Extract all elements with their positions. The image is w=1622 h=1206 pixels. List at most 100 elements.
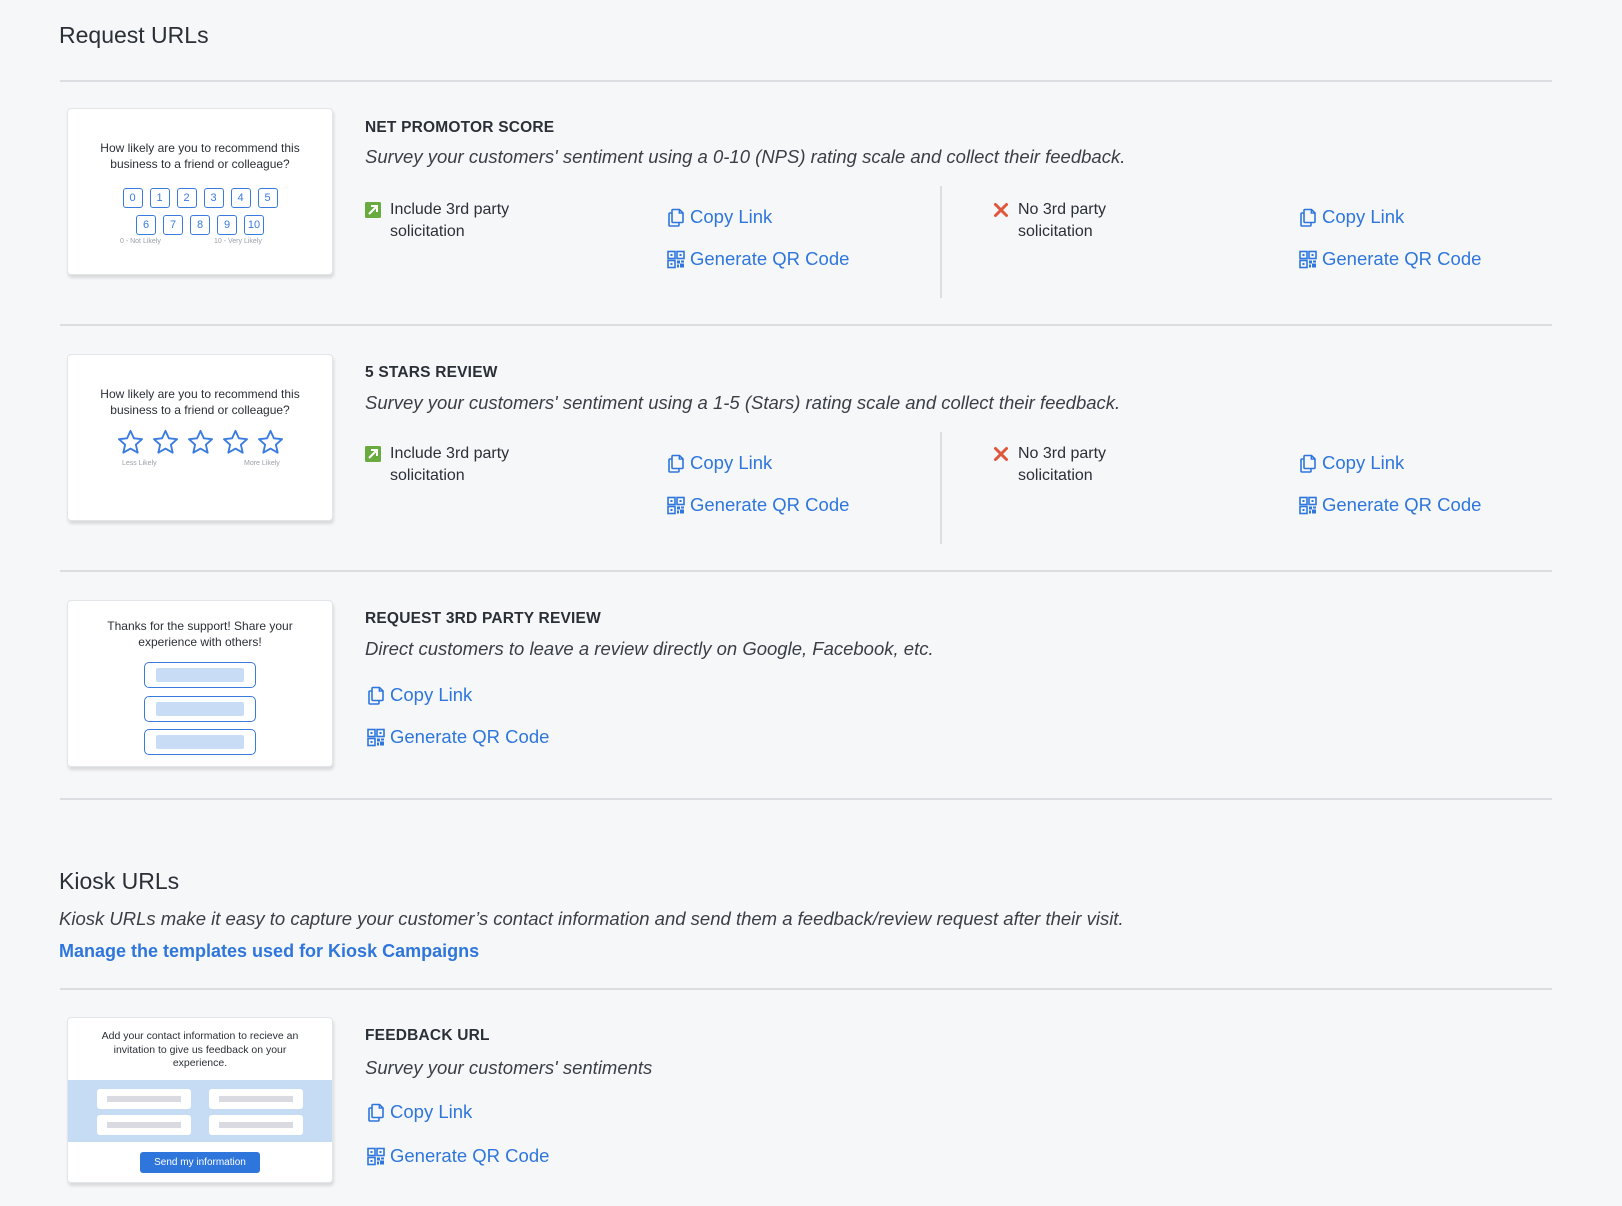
nps-option: 8 (190, 215, 210, 235)
nps-option: 1 (149, 188, 170, 208)
vertical-divider (940, 432, 942, 544)
generate-qr-label: Generate QR Code (690, 248, 850, 269)
stars-no-3rd-party: No 3rd party solicitation (993, 443, 1168, 487)
nps-option: 2 (176, 188, 197, 208)
nps-include-copy-link[interactable]: Copy Link (667, 206, 772, 228)
stars-low-label: Less Likely (122, 460, 157, 467)
preview-question: How likely are you to recommend this bus… (100, 141, 300, 171)
kiosk-urls-title: Kiosk URLs (59, 868, 180, 894)
kiosk-description: Kiosk URLs make it easy to capture your … (59, 908, 1124, 929)
qr-code-icon (367, 1147, 385, 1166)
x-icon (993, 446, 1009, 462)
copy-icon (367, 686, 385, 705)
third-party-generate-qr[interactable]: Generate QR Code (367, 726, 549, 748)
nps-option: 0 (122, 188, 143, 208)
review-site-button-placeholder (144, 662, 256, 688)
copy-link-label: Copy Link (390, 1101, 473, 1122)
third-party-copy-link[interactable]: Copy Link (367, 684, 472, 706)
nps-option: 7 (163, 215, 183, 235)
qr-code-icon (1299, 496, 1317, 515)
qr-code-icon (367, 728, 385, 747)
qr-code-icon (667, 496, 685, 515)
generate-qr-label: Generate QR Code (390, 1145, 550, 1166)
third-party-preview-card: Thanks for the support! Share your exper… (67, 600, 333, 767)
feedback-url-generate-qr[interactable]: Generate QR Code (367, 1145, 549, 1167)
generate-qr-label: Generate QR Code (1322, 248, 1482, 269)
contact-form-preview (68, 1080, 332, 1142)
divider (60, 988, 1552, 990)
nps-scale-row-2: 6 7 8 9 10 (68, 215, 332, 235)
form-field-placeholder (97, 1089, 191, 1109)
star-icon (222, 429, 249, 455)
qr-code-icon (667, 250, 685, 269)
preview-question: Add your contact information to recieve … (101, 1030, 299, 1069)
nps-option: 6 (136, 215, 156, 235)
preview-question: Thanks for the support! Share your exper… (107, 619, 293, 649)
nps-heading: NET PROMOTOR SCORE (365, 119, 555, 136)
review-site-button-placeholder (144, 729, 256, 755)
nps-no-3rd-copy-link[interactable]: Copy Link (1299, 206, 1404, 228)
stars-description: Survey your customers' sentiment using a… (365, 392, 1121, 413)
nps-high-label: 10 - Very Likely (214, 238, 262, 245)
star-icon (117, 429, 144, 455)
third-party-description: Direct customers to leave a review direc… (365, 638, 934, 659)
stars-include-copy-link[interactable]: Copy Link (667, 452, 772, 474)
star-icon (152, 429, 179, 455)
send-information-button-preview: Send my information (140, 1152, 260, 1173)
nps-include-generate-qr[interactable]: Generate QR Code (667, 248, 849, 270)
external-link-check-icon (365, 202, 381, 218)
solicitation-label: Include 3rd party solicitation (390, 445, 510, 484)
nps-include-3rd-party: Include 3rd party solicitation (365, 199, 540, 243)
divider (60, 798, 1552, 800)
nps-preview-card: How likely are you to recommend this bus… (67, 108, 333, 275)
solicitation-label: No 3rd party solicitation (1018, 201, 1107, 240)
manage-kiosk-templates-link[interactable]: Manage the templates used for Kiosk Camp… (59, 941, 479, 962)
request-urls-title: Request URLs (59, 22, 209, 48)
review-site-button-placeholder (144, 696, 256, 722)
nps-description: Survey your customers' sentiment using a… (365, 146, 1126, 167)
external-link-check-icon (365, 446, 381, 462)
stars-no-3rd-generate-qr[interactable]: Generate QR Code (1299, 494, 1481, 516)
form-field-placeholder (97, 1115, 191, 1135)
stars-preview-card: How likely are you to recommend this bus… (67, 354, 333, 521)
nps-scale-row-1: 0 1 2 3 4 5 (68, 188, 332, 208)
stars-high-label: More Likely (244, 460, 280, 467)
nps-option: 3 (203, 188, 224, 208)
copy-icon (1299, 454, 1317, 473)
feedback-url-description: Survey your customers' sentiments (365, 1057, 653, 1078)
nps-option: 9 (217, 215, 237, 235)
x-icon (993, 202, 1009, 218)
preview-question: How likely are you to recommend this bus… (100, 387, 300, 417)
copy-link-label: Copy Link (1322, 452, 1405, 473)
divider (60, 80, 1552, 82)
nps-option: 5 (257, 188, 278, 208)
stars-include-3rd-party: Include 3rd party solicitation (365, 443, 540, 487)
stars-include-generate-qr[interactable]: Generate QR Code (667, 494, 849, 516)
nps-no-3rd-party: No 3rd party solicitation (993, 199, 1168, 243)
nps-option: 10 (244, 215, 264, 235)
copy-icon (667, 454, 685, 473)
nps-low-label: 0 - Not Likely (120, 238, 161, 245)
stars-no-3rd-copy-link[interactable]: Copy Link (1299, 452, 1404, 474)
star-rating (68, 429, 332, 455)
feedback-url-heading: FEEDBACK URL (365, 1027, 490, 1044)
copy-link-label: Copy Link (1322, 206, 1405, 227)
copy-link-label: Copy Link (390, 684, 473, 705)
solicitation-label: Include 3rd party solicitation (390, 201, 510, 240)
form-field-placeholder (209, 1115, 303, 1135)
copy-link-label: Copy Link (690, 206, 773, 227)
qr-code-icon (1299, 250, 1317, 269)
third-party-heading: REQUEST 3RD PARTY REVIEW (365, 610, 601, 627)
solicitation-label: No 3rd party solicitation (1018, 445, 1107, 484)
generate-qr-label: Generate QR Code (390, 726, 550, 747)
divider (60, 570, 1552, 572)
copy-icon (1299, 208, 1317, 227)
copy-icon (667, 208, 685, 227)
star-icon (257, 429, 284, 455)
generate-qr-label: Generate QR Code (1322, 494, 1482, 515)
nps-no-3rd-generate-qr[interactable]: Generate QR Code (1299, 248, 1481, 270)
copy-link-label: Copy Link (690, 452, 773, 473)
copy-icon (367, 1103, 385, 1122)
divider (60, 324, 1552, 326)
feedback-url-copy-link[interactable]: Copy Link (367, 1101, 472, 1123)
